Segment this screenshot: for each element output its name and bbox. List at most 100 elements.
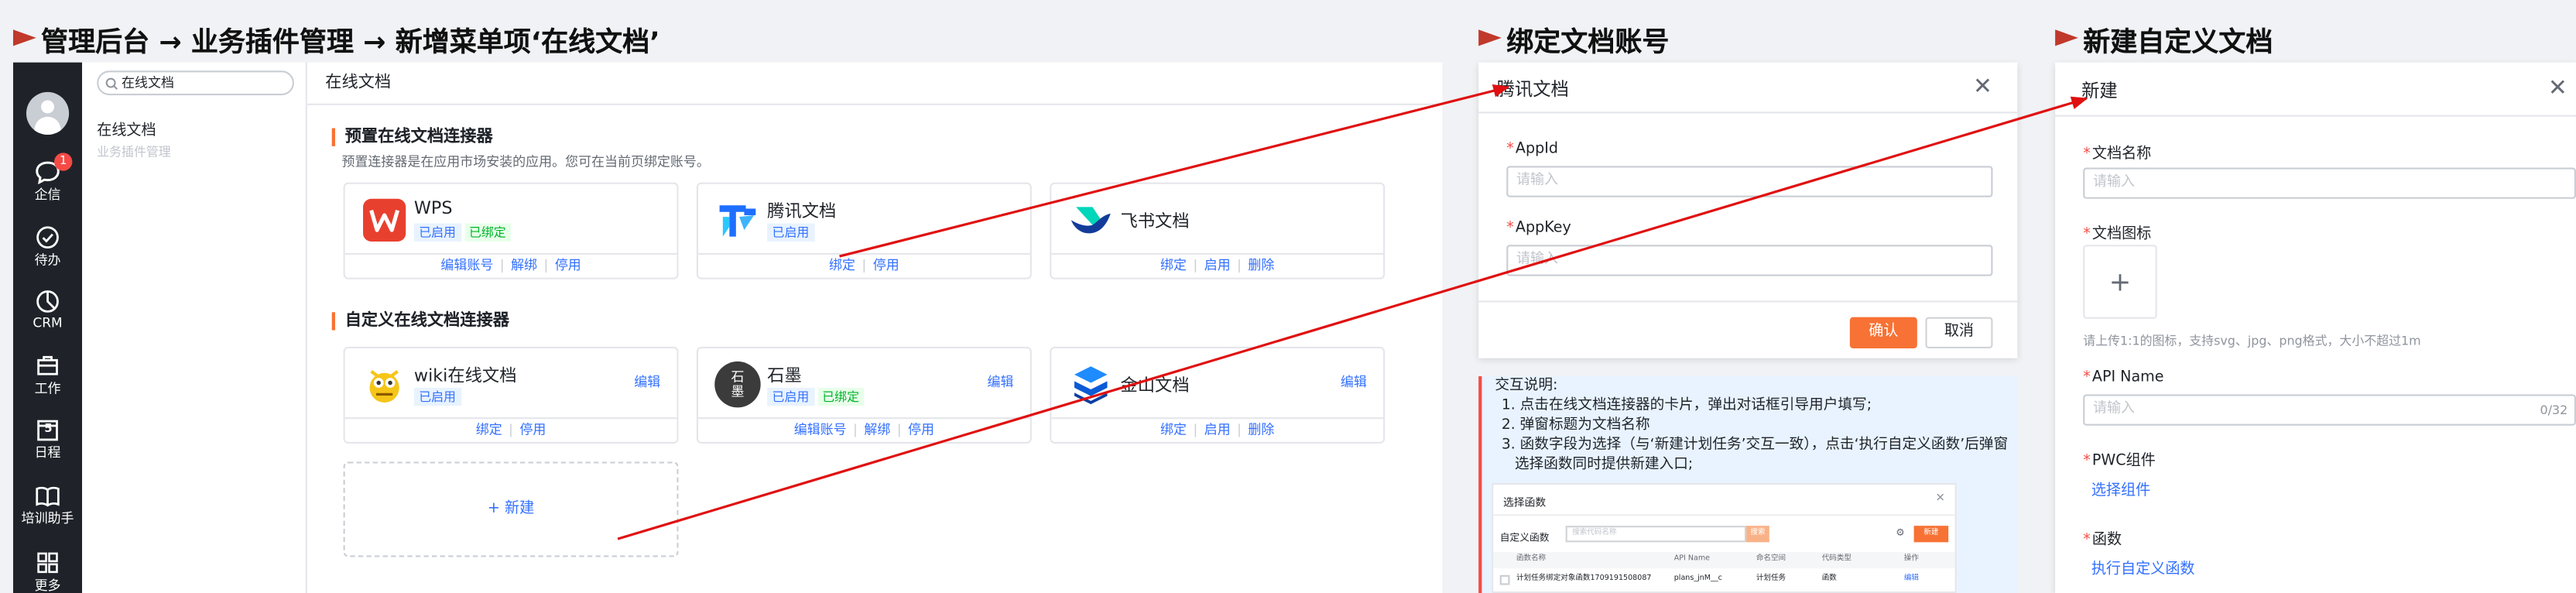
doc-icon-label-text: 文档图标 [2091, 226, 2152, 244]
table-cell: 编辑 [1903, 574, 1919, 584]
api-name-input[interactable]: 请输入 0/32 [2083, 394, 2576, 426]
edit-link[interactable]: 编辑 [1341, 373, 1367, 391]
tencent-docs-logo-icon [719, 205, 756, 237]
api-name-label-text: API Name [2091, 369, 2164, 386]
search-value: 在线文档 [122, 75, 174, 91]
enable-link[interactable]: 启用 [1204, 258, 1231, 273]
mini-new-button: 新建 [1913, 526, 1949, 543]
execute-function-link[interactable]: 执行自定义函数 [2091, 557, 2195, 578]
note-text: 交互说明: 1. 点击在线文档连接器的卡片，弹出对话框引导用户填写; 2. 弹窗… [1495, 376, 2017, 475]
edit-link[interactable]: 编辑 [988, 373, 1014, 391]
card-tags: 已启用 [413, 387, 464, 406]
icon-hint: 请上传1:1的图标，支持svg、jpg、png格式，大小不超过1m [2083, 333, 2421, 348]
panel-item-sub: 业务插件管理 [97, 144, 171, 159]
doc-name-input[interactable]: 请输入 [2083, 167, 2576, 199]
card-actions: 绑定 | 启用 | 删除 [1051, 252, 1384, 278]
sidebar-item-more[interactable]: 更多 [13, 550, 82, 593]
delete-link[interactable]: 删除 [1248, 422, 1274, 437]
section-title-admin-text: 管理后台 → 业务插件管理 → 新增菜单项‘在线文档’ [41, 26, 660, 58]
bind-link[interactable]: 绑定 [476, 422, 502, 437]
card-actions: 绑定 | 停用 [698, 252, 1030, 278]
status-badge: 已绑定 [464, 223, 512, 242]
bind-link[interactable]: 绑定 [829, 258, 855, 273]
mini-dialog-title: 选择函数 [1502, 495, 1547, 509]
bind-link[interactable]: 绑定 [1160, 422, 1187, 437]
table-row: 计划任务绑定对象函数1709191508087 plans_jnM__c 计划任… [1493, 572, 1954, 588]
table-cell: 函数 [1821, 574, 1837, 584]
note-heading: 交互说明: [1495, 378, 1558, 395]
page-title: 在线文档 [307, 63, 1443, 105]
dialog-title: 新建 [2081, 80, 2118, 102]
disable-link[interactable]: 停用 [908, 422, 934, 437]
connector-card-kingsoft[interactable]: 金山文档 编辑 绑定 | 启用 | 删除 [1050, 346, 1386, 444]
card-name: 飞书文档 [1120, 211, 1190, 232]
card-name: WPS [413, 198, 453, 219]
edit-account-link[interactable]: 编辑账号 [794, 422, 847, 437]
calendar-day-number: 5 [44, 422, 53, 436]
preset-group-desc: 预置连接器是在应用市场安装的应用。您可在当前页绑定账号。 [341, 154, 710, 170]
sidebar-item-messages[interactable]: 1 企信 [13, 153, 82, 204]
plus-icon: + [2108, 266, 2132, 298]
flag-icon [2055, 29, 2078, 46]
dialog-title: 腾讯文档 [1496, 78, 1569, 101]
section-title-create: 新建自定义文档 [2055, 19, 2273, 59]
confirm-button[interactable]: 确认 [1849, 317, 1917, 348]
connector-card-feishu[interactable]: 飞书文档 绑定 | 启用 | 删除 [1050, 182, 1386, 279]
sidebar-item-training[interactable]: 培训助手 [13, 485, 82, 527]
bind-link[interactable]: 绑定 [1160, 258, 1187, 273]
note-line: 2. 弹窗标题为文档名称 [1501, 417, 1650, 434]
avatar[interactable] [26, 91, 70, 135]
icon-upload-button[interactable]: + [2083, 245, 2157, 319]
connector-card-tencent[interactable]: 腾讯文档 已启用 绑定 | 停用 [696, 182, 1032, 279]
select-component-link[interactable]: 选择组件 [2091, 478, 2150, 499]
disable-link[interactable]: 停用 [519, 422, 546, 437]
appkey-input[interactable]: 请输入 [1506, 245, 1993, 276]
connector-card-shimo[interactable]: 石墨 石墨 已启用 已绑定 编辑 编辑账号 | 解绑 | 停用 [696, 346, 1032, 444]
unread-badge: 1 [54, 153, 73, 171]
close-icon[interactable]: ✕ [2548, 77, 2567, 101]
edit-account-link[interactable]: 编辑账号 [440, 258, 493, 273]
search-icon [105, 77, 118, 90]
column-header: 代码类型 [1821, 555, 1852, 564]
connector-card-wps[interactable]: WPS 已启用 已绑定 编辑账号 | 解绑 | 停用 [343, 182, 679, 279]
disable-link[interactable]: 停用 [873, 258, 899, 273]
sidebar-item-crm[interactable]: CRM [13, 290, 82, 331]
cancel-button[interactable]: 取消 [1925, 317, 1993, 348]
panel-item-online-docs[interactable]: 在线文档 [97, 118, 156, 139]
kingsoft-docs-logo-icon [1074, 366, 1108, 405]
create-doc-dialog: 新建 ✕ * 文档名称 请输入 * 文档图标 + 请上传1:1的图标，支持svg、j… [2055, 62, 2576, 593]
new-connector-button[interactable]: + 新建 [343, 461, 679, 557]
enable-link[interactable]: 启用 [1204, 422, 1231, 437]
section-title-bind-text: 绑定文档账号 [1506, 26, 1670, 58]
unbind-link[interactable]: 解绑 [864, 422, 890, 437]
sidebar-label: 更多 [34, 578, 61, 593]
search-input[interactable]: 在线文档 [97, 70, 294, 96]
sidebar-label: 待办 [34, 252, 61, 268]
section-title-create-text: 新建自定义文档 [2083, 26, 2273, 58]
sidebar-item-todo[interactable]: 待办 [13, 225, 82, 269]
feishu-logo-icon [1070, 207, 1111, 234]
appid-input[interactable]: 请输入 [1506, 166, 1993, 197]
shimo-logo-text: 石墨 [731, 369, 745, 399]
shimo-logo-icon: 石墨 [714, 361, 761, 408]
card-name: wiki在线文档 [413, 366, 517, 386]
unbind-link[interactable]: 解绑 [511, 258, 537, 273]
card-actions: 编辑账号 | 解绑 | 停用 [344, 252, 677, 278]
card-actions: 绑定 | 停用 [344, 417, 677, 442]
sidebar-label: CRM [33, 315, 63, 331]
edit-link[interactable]: 编辑 [634, 373, 660, 391]
sidebar-item-work[interactable]: 工作 [13, 353, 82, 397]
note-line: 3. 函数字段为选择（与‘新建计划任务’交互一致），点击‘执行自定义函数’后弹窗… [1501, 437, 2009, 474]
mini-table-header: 函数名称 API Name 命名空间 代码类型 操作 [1493, 552, 1955, 569]
close-icon[interactable]: ✕ [1973, 76, 1992, 99]
pie-icon [36, 290, 59, 313]
disable-link[interactable]: 停用 [555, 258, 581, 273]
delete-link[interactable]: 删除 [1248, 258, 1274, 273]
wps-logo-icon [363, 198, 406, 242]
api-name-label: * API Name [2083, 369, 2164, 386]
connector-card-wiki[interactable]: wiki在线文档 已启用 编辑 绑定 | 停用 [343, 346, 679, 444]
appid-label-text: AppId [1515, 141, 1558, 158]
appkey-label-text: AppKey [1515, 220, 1571, 237]
grid-icon [37, 552, 58, 574]
section-title-admin: 管理后台 → 业务插件管理 → 新增菜单项‘在线文档’ [12, 19, 660, 59]
